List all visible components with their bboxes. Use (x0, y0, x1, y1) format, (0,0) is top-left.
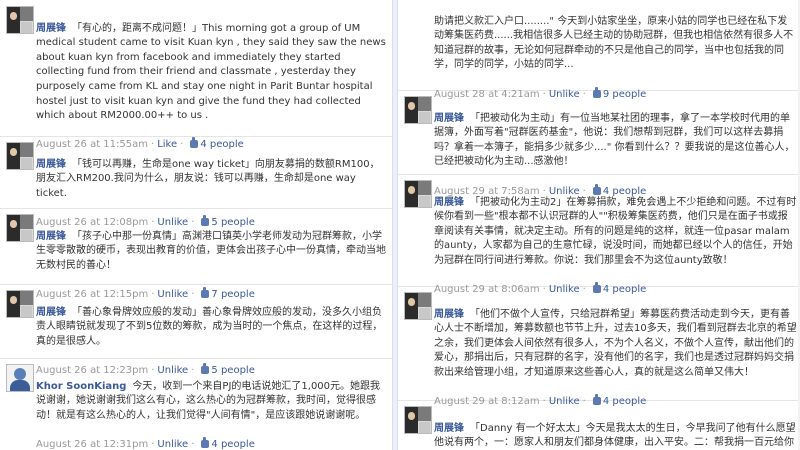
post: 周展锋 「他们不做个人宣传，只给冠群希望」筹募医药费活动走到今天，更有善心人士不断… (398, 286, 800, 407)
post: Khor SoonKiang 今天，收到一个来自PJ的电话说她汇了1,000元。她… (0, 358, 392, 450)
author-name[interactable]: 周展锋 (434, 309, 464, 320)
feed-column-left: 周展锋 「有心的，距离不成问题！」This morning got a group… (0, 0, 393, 450)
avatar[interactable] (6, 6, 34, 34)
post-text: 「钱可以再赚，生命是one way ticket」向朋友募捐的数额RM100，朋… (36, 158, 380, 199)
post-text: 「Danny 有一个好太太」今天是我太太的生日，今早我问了他有什么愿望他说有两个… (434, 422, 796, 449)
post-time[interactable]: August 26 at 12:31pm (36, 439, 148, 450)
thumbs-up-icon (201, 436, 210, 448)
avatar[interactable] (6, 290, 34, 318)
post: 周展锋 「有心的，距离不成问题！」This morning got a group… (0, 0, 392, 150)
post: 周展锋 「把被动化为主动」有一位当地某社团的理事，拿了一本学校时代用的单据簿，外面… (398, 90, 800, 197)
author-name[interactable]: 周展锋 (434, 423, 464, 434)
author-name[interactable]: 周展锋 (434, 113, 464, 124)
post: 周展锋 「善心象骨牌效应般的发动」善心象骨牌效应般的发动，没多久小组负责人眼睛锐就… (0, 284, 392, 376)
unlike-button[interactable]: Unlike (157, 439, 188, 450)
author-name[interactable]: Khor SoonKiang (36, 381, 126, 392)
author-name[interactable]: 周展锋 (36, 159, 66, 170)
post: 周展锋 「Danny 有一个好太太」今天是我太太的生日，今早我问了他有什么愿望他说… (398, 400, 800, 450)
post-text: 「孩子心中那一份真情」高渊港口镇英小学老师发动为冠群筹款，小学生零零散散的硬币，… (36, 230, 386, 271)
post: 周展锋 「把被动化为主动2」在筹募捐款，难免会遇上不少拒绝和问题。不过有时候你看到… (398, 174, 800, 295)
avatar[interactable] (404, 292, 432, 320)
avatar[interactable] (404, 180, 432, 208)
likes-count[interactable]: 4 people (211, 439, 254, 450)
post-text: 「有心的，距离不成问题！」This morning got a group of… (36, 22, 386, 122)
author-name[interactable]: 周展锋 (36, 231, 66, 242)
author-name[interactable]: 周展锋 (36, 307, 66, 318)
feed-column-right: 助请把义款汇入户口........" 今天到小姑家坐坐，原来小姑的同学也已经在私… (397, 0, 800, 450)
post-text: 「善心象骨牌效应般的发动」善心象骨牌效应般的发动，没多久小组负责人眼睛锐就发现了… (36, 306, 383, 347)
avatar[interactable] (6, 142, 34, 170)
avatar[interactable] (404, 96, 432, 124)
post-text: 「把被动化为主动2」在筹募捐款，难免会遇上不少拒绝和问题。不过有时候你看到一些"… (434, 196, 797, 266)
author-name[interactable]: 周展锋 (36, 23, 66, 34)
avatar[interactable] (404, 406, 432, 434)
post-text: 助请把义款汇入户口........" 今天到小姑家坐坐，原来小姑的同学也已经在私… (434, 15, 794, 71)
avatar[interactable] (6, 364, 34, 392)
post: 助请把义款汇入户口........" 今天到小姑家坐坐，原来小姑的同学也已经在私… (398, 0, 800, 100)
post-text: 「把被动化为主动」有一位当地某社团的理事，拿了一本学校时代用的单据簿，外面写着"… (434, 112, 795, 168)
post: 周展锋 「钱可以再赚，生命是one way ticket」向朋友募捐的数额RM10… (0, 136, 392, 228)
post: 周展锋 「孩子心中那一份真情」高渊港口镇英小学老师发动为冠群筹款，小学生零零散散的… (0, 208, 392, 300)
author-name[interactable]: 周展锋 (434, 197, 464, 208)
post-text: 「他们不做个人宣传，只给冠群希望」筹募医药费活动走到今天，更有善心人士不断增加，… (434, 308, 797, 378)
avatar[interactable] (6, 214, 34, 242)
